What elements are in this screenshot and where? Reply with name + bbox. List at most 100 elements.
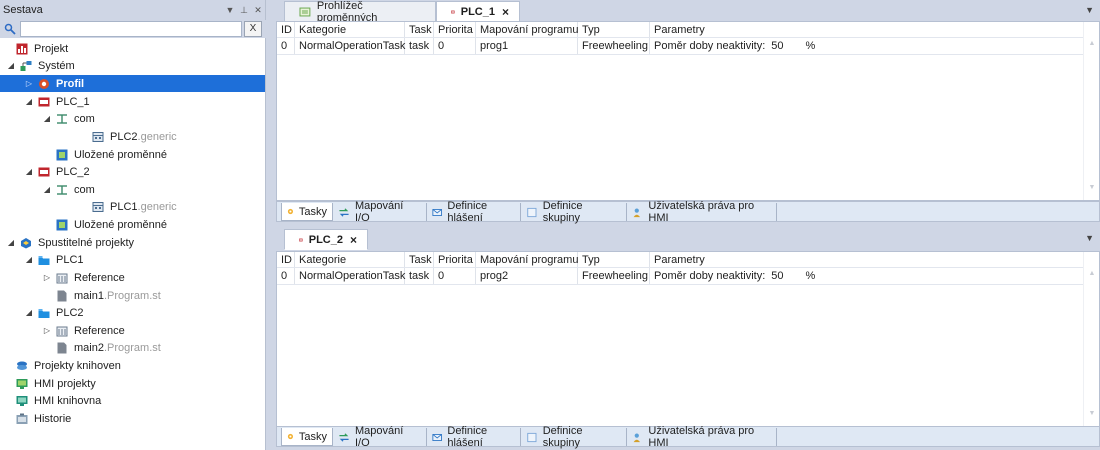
tree-item[interactable]: ◢ PLC_2 bbox=[0, 163, 265, 180]
bottom-tab-label: Definice hlášení bbox=[447, 425, 488, 449]
saved-variables-icon bbox=[56, 219, 68, 230]
scroll-down-icon[interactable]: ▼ bbox=[1084, 410, 1100, 424]
column-header-parametry[interactable]: Parametry bbox=[650, 22, 1083, 37]
expand-arrow-icon[interactable]: ▷ bbox=[24, 79, 34, 88]
tree-item[interactable]: ▷ Reference bbox=[0, 322, 265, 339]
bottom-tab[interactable]: Definice skupiny bbox=[521, 425, 627, 449]
bottom-tab[interactable]: Tasky bbox=[281, 203, 333, 221]
tree-item-label: com bbox=[74, 183, 95, 196]
column-header-mapovani[interactable]: Mapování programu bbox=[476, 22, 578, 37]
bottom-tab[interactable]: Mapování I/O bbox=[333, 425, 427, 449]
bottom-tab[interactable]: Definice skupiny bbox=[521, 200, 627, 224]
expand-arrow-icon[interactable]: ▷ bbox=[42, 326, 52, 335]
tree-item[interactable]: Historie bbox=[0, 410, 265, 427]
tab-list-dropdown-icon[interactable]: ▼ bbox=[1085, 233, 1094, 243]
tab-list-dropdown-icon[interactable]: ▼ bbox=[1085, 5, 1094, 15]
bottom-tab-strip-bottom: Tasky Mapování I/O Definice hlášení Definic… bbox=[276, 425, 1100, 449]
cell-parametry[interactable]: Poměr doby neaktivity: 50 % bbox=[650, 268, 1083, 284]
column-header-parametry[interactable]: Parametry bbox=[650, 252, 1083, 267]
tree-item[interactable]: ◢ com bbox=[0, 181, 265, 198]
column-header-kategorie[interactable]: Kategorie bbox=[295, 252, 405, 267]
vertical-scrollbar[interactable]: ▲ ▼ bbox=[1083, 252, 1099, 426]
collapse-arrow-icon[interactable]: ◢ bbox=[24, 167, 34, 176]
com-icon bbox=[57, 184, 67, 195]
message-definition-icon bbox=[432, 208, 442, 216]
collapse-arrow-icon[interactable]: ◢ bbox=[42, 185, 52, 194]
pin-icon[interactable]: ⊥ bbox=[237, 5, 251, 16]
collapse-arrow-icon[interactable]: ◢ bbox=[24, 255, 34, 264]
column-header-task[interactable]: Task bbox=[405, 252, 434, 267]
column-header-kategorie[interactable]: Kategorie bbox=[295, 22, 405, 37]
tree-item-text: PLC_1 bbox=[56, 96, 90, 108]
bottom-tab[interactable]: Mapování I/O bbox=[333, 200, 427, 224]
search-input[interactable] bbox=[20, 21, 242, 37]
tab-plc-2[interactable]: PLC_2 × bbox=[284, 229, 368, 250]
bottom-tab[interactable]: Definice hlášení bbox=[427, 200, 521, 224]
tab-plc-1[interactable]: PLC_1 × bbox=[436, 1, 520, 22]
tree-item[interactable]: ◢ Systém bbox=[0, 57, 265, 74]
collapse-arrow-icon[interactable]: ◢ bbox=[6, 61, 16, 70]
column-header-typ[interactable]: Typ bbox=[578, 22, 650, 37]
collapse-arrow-icon[interactable]: ◢ bbox=[24, 308, 34, 317]
tree-item[interactable]: Projekt bbox=[0, 40, 265, 57]
collapse-arrow-icon[interactable]: ◢ bbox=[6, 238, 16, 247]
tree-item[interactable]: ◢ com bbox=[0, 110, 265, 127]
bottom-tab-label: Tasky bbox=[298, 430, 327, 443]
clear-search-button[interactable]: X bbox=[244, 21, 262, 37]
tree-item[interactable]: ◢ PLC2 bbox=[0, 304, 265, 321]
tree-item[interactable]: HMI knihovna bbox=[0, 392, 265, 409]
tree-item[interactable]: main2.Program.st bbox=[0, 339, 265, 356]
table-row[interactable]: 0 NormalOperationTask task 0 prog2 Freew… bbox=[277, 268, 1083, 285]
collapse-arrow-icon[interactable]: ◢ bbox=[42, 114, 52, 123]
scroll-up-icon[interactable]: ▲ bbox=[1084, 40, 1100, 54]
tree-item-text: com bbox=[74, 113, 95, 125]
bottom-tab[interactable]: Uživatelská práva pro HMI bbox=[627, 200, 777, 224]
tree-item[interactable]: PLC1.generic bbox=[0, 198, 265, 215]
tree-item[interactable]: ▷ Profil bbox=[0, 75, 265, 92]
table-row[interactable]: 0 NormalOperationTask task 0 prog1 Freew… bbox=[277, 38, 1083, 55]
message-definition-icon bbox=[432, 433, 442, 441]
scroll-down-icon[interactable]: ▼ bbox=[1084, 184, 1100, 198]
search-icon[interactable] bbox=[4, 23, 16, 35]
column-header-id[interactable]: ID bbox=[277, 252, 295, 267]
tree-item[interactable]: Uložené proměnné bbox=[0, 216, 265, 233]
tree-item-label: Reference bbox=[74, 324, 125, 337]
column-header-typ[interactable]: Typ bbox=[578, 252, 650, 267]
hmi-projects-icon bbox=[16, 378, 28, 389]
collapse-arrow-icon[interactable]: ◢ bbox=[24, 97, 34, 106]
close-tab-icon[interactable]: × bbox=[350, 233, 357, 247]
bottom-tab[interactable]: Definice hlášení bbox=[427, 425, 521, 449]
tab-variable-viewer[interactable]: Prohlížeč proměnných bbox=[284, 0, 436, 24]
tab-label: PLC_2 bbox=[308, 233, 343, 246]
expand-arrow-icon[interactable]: ▷ bbox=[42, 273, 52, 282]
close-icon[interactable]: ✕ bbox=[251, 5, 265, 16]
tree-item[interactable]: ◢ PLC_1 bbox=[0, 93, 265, 110]
tree-item-label: com bbox=[74, 112, 95, 125]
tree-item[interactable]: Uložené proměnné bbox=[0, 146, 265, 163]
column-header-task[interactable]: Task bbox=[405, 22, 434, 37]
user-rights-icon bbox=[633, 208, 640, 217]
cell-kategorie: NormalOperationTask bbox=[295, 38, 405, 54]
tree-item[interactable]: ◢ Spustitelné projekty bbox=[0, 234, 265, 251]
close-tab-icon[interactable]: × bbox=[502, 5, 509, 19]
column-header-priorita[interactable]: Priorita bbox=[434, 22, 476, 37]
bottom-tab[interactable]: Tasky bbox=[281, 428, 333, 446]
dropdown-icon[interactable]: ▼ bbox=[223, 5, 237, 15]
column-header-mapovani[interactable]: Mapování programu bbox=[476, 252, 578, 267]
tree-item[interactable]: ◢ PLC1 bbox=[0, 251, 265, 268]
tree-item-label: Spustitelné projekty bbox=[38, 236, 134, 249]
group-definition-icon bbox=[527, 432, 537, 442]
column-header-priorita[interactable]: Priorita bbox=[434, 252, 476, 267]
column-header-id[interactable]: ID bbox=[277, 22, 295, 37]
tree-item[interactable]: ▷ Reference bbox=[0, 269, 265, 286]
tree-item[interactable]: HMI projekty bbox=[0, 375, 265, 392]
tree-item[interactable]: PLC2.generic bbox=[0, 128, 265, 145]
scroll-up-icon[interactable]: ▲ bbox=[1084, 270, 1100, 284]
folder-icon bbox=[38, 255, 50, 265]
bottom-tab[interactable]: Uživatelská práva pro HMI bbox=[627, 425, 777, 449]
tree-item[interactable]: main1.Program.st bbox=[0, 287, 265, 304]
cell-parametry[interactable]: Poměr doby neaktivity: 50 % bbox=[650, 38, 1083, 54]
vertical-scrollbar[interactable]: ▲ ▼ bbox=[1083, 22, 1099, 200]
cell-task: task bbox=[405, 38, 434, 54]
tree-item[interactable]: Projekty knihoven bbox=[0, 357, 265, 374]
